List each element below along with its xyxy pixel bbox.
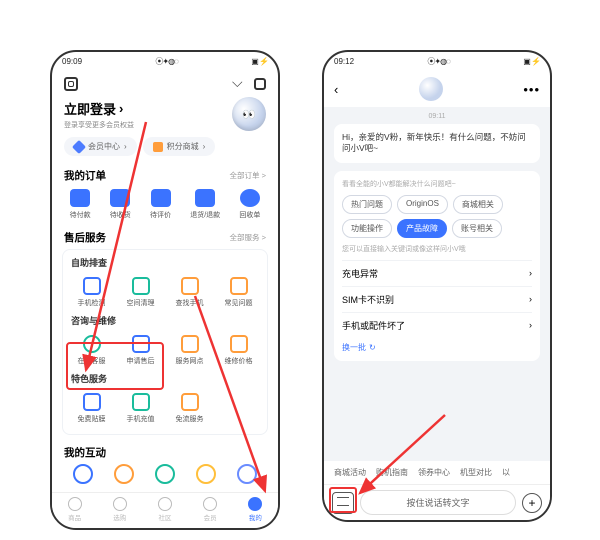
quick-compare[interactable]: 机型对比 [460,467,492,478]
chevron-right-icon: › [119,101,123,116]
plus-icon[interactable]: + [522,493,542,513]
quick-links[interactable]: 商城活动 购机指南 领券中心 机型对比 以 [324,461,550,484]
bot-card: 看看全能的小V都能解决什么问题吧~ 热门问题 OriginOS 商城相关 功能操… [334,171,540,361]
find-phone[interactable]: 查找手机 [165,273,214,312]
chip-function[interactable]: 功能操作 [342,219,392,238]
interact-3[interactable] [155,464,175,484]
interact-2[interactable] [114,464,134,484]
chip-row: 热门问题 OriginOS 商城相关 功能操作 产品故障 账号相关 [342,195,532,238]
faq-charging[interactable]: 充电异常› [342,260,532,286]
phone-detect[interactable]: 手机检测 [67,273,116,312]
interact-row [52,464,278,484]
input-bar: 按住说话转文字 + [324,484,550,520]
free-data[interactable]: 免流服务 [165,389,214,428]
nav-home[interactable]: 商品 [68,497,82,522]
chevron-right-icon: › [529,294,532,304]
all-orders-link[interactable]: 全部订单 > [230,170,266,181]
nav-member[interactable]: 会员 [203,497,217,522]
login-row[interactable]: 立即登录› 登录享受更多会员权益 [52,93,278,137]
phone-left: 09:09 ⦿✦◍◌ ▣ ⚡ 立即登录› 登录享受更多会员权益 会员中心› 积分… [50,50,280,530]
orders-row: 待付款 待收货 待评价 退货/退款 回收单 [52,187,278,226]
top-bar [52,71,278,93]
interact-title: 我的互动 [52,441,278,464]
status-time: 09:09 [62,57,82,66]
nav-mine[interactable]: 我的 [248,497,262,522]
card-hint: 看看全能的小V都能解决什么问题吧~ [342,179,532,189]
avatar[interactable] [232,97,266,131]
status-bar-r: 09:12 ⦿✦◍◌ ▣ ⚡ [324,52,550,71]
aftersale-card: 自助排查 手机检测 空间清理 查找手机 常见问题 咨询与维修 在线客服 申请售后… [62,249,268,435]
swap-batch[interactable]: 换一批↻ [342,342,532,353]
quick-mall-activity[interactable]: 商城活动 [334,467,366,478]
pill-row: 会员中心› 积分商城› [52,137,278,164]
chip-account[interactable]: 账号相关 [452,219,502,238]
faq-broken[interactable]: 手机或配件坏了› [342,312,532,338]
settings-icon[interactable] [64,77,78,91]
status-icons-left: ⦿✦◍◌ [155,56,177,67]
service-points[interactable]: 服务网点 [165,331,214,370]
interact-4[interactable] [196,464,216,484]
bag-icon [153,142,163,152]
all-services-link[interactable]: 全部服务 > [230,232,266,243]
faq-sim[interactable]: SIM卡不识别› [342,286,532,312]
status-bar: 09:09 ⦿✦◍◌ ▣ ⚡ [52,52,278,71]
online-service[interactable]: 在线客服 [67,331,116,370]
order-recycle[interactable]: 回收单 [239,189,260,220]
member-center-pill[interactable]: 会员中心› [64,137,137,156]
orders-header: 我的订单 全部订单 > [52,164,278,187]
phone-recharge[interactable]: 手机充值 [116,389,165,428]
back-button[interactable]: ‹ [334,82,338,97]
self-check-title: 自助排查 [67,254,263,273]
status-icons-right: ▣ ⚡ [251,57,268,66]
cart-icon[interactable] [232,77,246,91]
order-pending-review[interactable]: 待评价 [150,189,171,220]
bot-avatar[interactable] [419,77,443,101]
chat-body: 09:11 Hi，亲爱的V粉，新年快乐！有什么问题，不妨问问小V吧~ 看看全能的… [324,107,550,477]
more-icon[interactable]: ••• [523,82,540,97]
order-pending-receive[interactable]: 待收货 [110,189,131,220]
nav-shop[interactable]: 选购 [113,497,127,522]
chip-originos[interactable]: OriginOS [397,195,448,214]
chip-fault[interactable]: 产品故障 [397,219,447,238]
greeting-bubble: Hi，亲爱的V粉，新年快乐！有什么问题，不妨问问小V吧~ [334,124,540,163]
keyboard-icon[interactable] [332,492,354,514]
chip-hot[interactable]: 热门问题 [342,195,392,214]
nav-community[interactable]: 社区 [158,497,172,522]
phone-right: 09:12 ⦿✦◍◌ ▣ ⚡ ‹ ••• 09:11 Hi，亲爱的V粉，新年快乐… [322,50,552,522]
apply-aftersale[interactable]: 申请售后 [116,331,165,370]
voice-input[interactable]: 按住说话转文字 [360,490,516,515]
chevron-right-icon: › [529,320,532,330]
free-film[interactable]: 免费贴膜 [67,389,116,428]
order-refund[interactable]: 退货/退款 [190,189,220,220]
interact-1[interactable] [73,464,93,484]
chat-header: ‹ ••• [324,71,550,107]
points-mall-pill[interactable]: 积分商城› [143,137,216,156]
bottom-nav: 商品 选购 社区 会员 我的 [52,492,278,528]
quick-more[interactable]: 以 [502,467,510,478]
special-title: 特色服务 [67,370,263,389]
repair-price[interactable]: 维修价格 [214,331,263,370]
aftersale-header: 售后服务 全部服务 > [52,226,278,249]
diamond-icon [72,139,86,153]
status-time-r: 09:12 [334,57,354,66]
chip-mall[interactable]: 商城相关 [453,195,503,214]
faq-hint: 您可以直接输入关键词或像这样问小V哦 [342,244,532,254]
chevron-right-icon: › [529,268,532,278]
order-pending-pay[interactable]: 待付款 [70,189,91,220]
message-icon[interactable] [254,78,266,90]
interact-5[interactable] [237,464,257,484]
consult-title: 咨询与维修 [67,312,263,331]
login-title: 立即登录› [64,99,134,118]
message-time: 09:11 [334,113,540,120]
login-subtitle: 登录享受更多会员权益 [64,120,134,130]
faq[interactable]: 常见问题 [214,273,263,312]
quick-coupons[interactable]: 领券中心 [418,467,450,478]
refresh-icon: ↻ [369,343,376,352]
space-clean[interactable]: 空间清理 [116,273,165,312]
quick-guide[interactable]: 购机指南 [376,467,408,478]
